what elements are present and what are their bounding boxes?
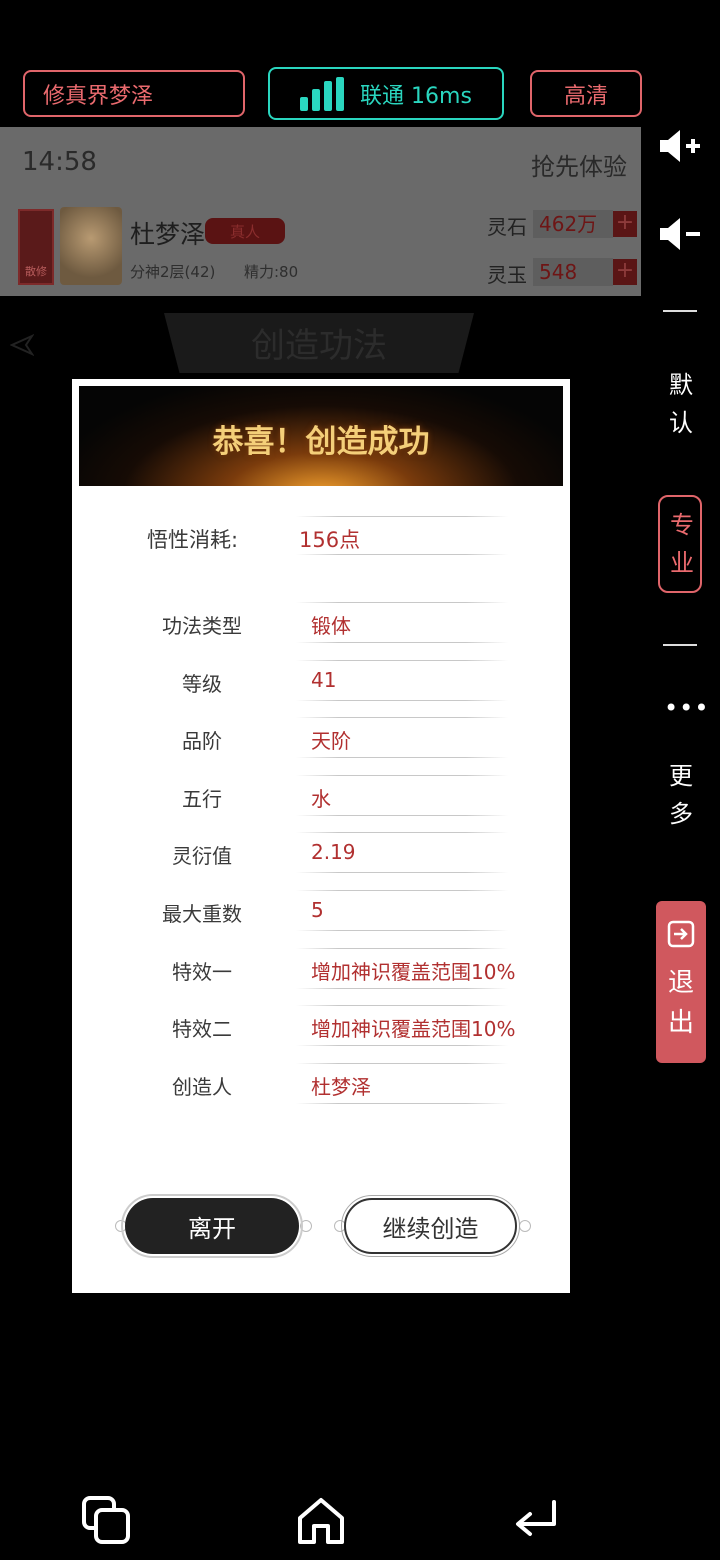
game-title-button[interactable]: 修真界梦泽 (23, 70, 245, 117)
attribute-label: 五行 (182, 786, 222, 811)
attribute-value: 杜梦泽 (311, 1074, 371, 1099)
row-divider (296, 642, 508, 643)
attribute-label: 灵衍值 (172, 844, 232, 869)
row-divider (296, 1005, 508, 1007)
volume-up-icon[interactable] (656, 126, 704, 166)
resource-value-spirit-stone: 462万 (533, 210, 613, 238)
row-divider (296, 947, 508, 949)
row-divider (296, 717, 508, 719)
row-divider (296, 699, 508, 701)
attribute-value: 天阶 (311, 729, 351, 754)
row-divider (296, 516, 508, 517)
signal-bars-icon (300, 76, 345, 111)
network-label: 联通 16ms (360, 83, 472, 109)
add-spirit-jade-button[interactable]: + (613, 259, 637, 285)
row-divider (296, 1102, 508, 1104)
row-divider (296, 987, 508, 989)
attribute-value: 2.19 (311, 840, 356, 865)
row-divider (296, 1045, 508, 1047)
resource-label-spirit-stone: 灵石 (487, 215, 527, 239)
attribute-label: 等级 (182, 671, 222, 696)
mode-pro-button[interactable]: 专业 (658, 495, 702, 593)
attribute-value: 增加神识覆盖范围10% (311, 959, 516, 984)
attribute-label: 功法类型 (162, 614, 242, 638)
attribute-label: 品阶 (182, 729, 222, 754)
exit-button[interactable]: 退出 (656, 901, 706, 1063)
realm-level: 分神2层(42) (130, 263, 216, 281)
back-arrow-icon[interactable] (10, 333, 34, 357)
add-spirit-stone-button[interactable]: + (613, 211, 637, 237)
promo-label[interactable]: 抢先体验 (531, 147, 627, 182)
sidebar-divider (663, 310, 697, 312)
dialog-title: 恭喜！创造成功 (212, 424, 430, 460)
resource-label-spirit-jade: 灵玉 (487, 263, 527, 287)
continue-create-button[interactable]: 继续创造 (341, 1195, 520, 1257)
row-divider (296, 774, 508, 776)
row-divider (296, 814, 508, 816)
row-divider (296, 872, 508, 874)
game-header: 14:58 抢先体验 散修 杜梦泽 真人 分神2层(42) 精力:80 灵石 4… (0, 127, 641, 296)
cost-value: 156点 (299, 528, 361, 552)
back-icon[interactable] (510, 1494, 564, 1548)
row-divider (296, 1062, 508, 1064)
row-divider (296, 832, 508, 834)
attribute-label: 最大重数 (162, 902, 242, 926)
exit-icon (667, 920, 695, 948)
exit-label: 退出 (668, 968, 695, 1038)
row-divider (296, 930, 508, 931)
energy-value: 精力:80 (244, 263, 299, 281)
dialog-header: 恭喜！创造成功 (79, 386, 563, 486)
create-success-dialog: 恭喜！创造成功 悟性消耗: 156点 功法类型 锻体等级 41 品阶 天阶五行 水灵衍值 2… (72, 379, 570, 1293)
row-divider (296, 757, 508, 759)
recent-apps-icon[interactable] (80, 1494, 134, 1548)
sidebar-divider (663, 644, 697, 646)
attribute-value: 水 (311, 786, 331, 811)
page-title: 创造功法 (251, 326, 387, 366)
sect-seal-label: 散修 (25, 265, 47, 278)
more-button[interactable]: 更多 (662, 757, 700, 833)
attribute-value: 锻体 (311, 614, 351, 638)
volume-down-icon[interactable] (656, 214, 704, 254)
mode-default-button[interactable]: 默认 (662, 366, 700, 442)
leave-button[interactable]: 离开 (121, 1194, 303, 1258)
mode-pro-label: 专业 (670, 511, 694, 577)
game-time: 14:58 (22, 147, 97, 177)
quality-button[interactable]: 高清 (530, 70, 642, 117)
row-divider (296, 890, 508, 891)
row-divider (296, 554, 508, 555)
home-icon[interactable] (294, 1494, 348, 1548)
row-divider (296, 659, 508, 661)
real-person-badge: 真人 (205, 218, 285, 244)
avatar[interactable] (60, 207, 122, 285)
attribute-label: 特效一 (172, 959, 232, 984)
attribute-label: 创造人 (172, 1074, 232, 1099)
button-ornament (300, 1220, 312, 1232)
attribute-value: 增加神识覆盖范围10% (311, 1017, 516, 1042)
sect-seal[interactable]: 散修 (18, 209, 54, 285)
network-status-button[interactable]: 联通 16ms (268, 67, 504, 120)
attribute-label: 特效二 (172, 1017, 232, 1042)
attribute-value: 5 (311, 898, 324, 922)
resource-value-spirit-jade: 548 (533, 258, 613, 286)
player-name: 杜梦泽 (130, 220, 206, 249)
row-divider (296, 602, 508, 603)
more-dots-icon[interactable]: ••• (664, 694, 708, 722)
attribute-value: 41 (311, 667, 337, 692)
button-ornament (519, 1220, 531, 1232)
cost-label: 悟性消耗: (147, 528, 239, 552)
